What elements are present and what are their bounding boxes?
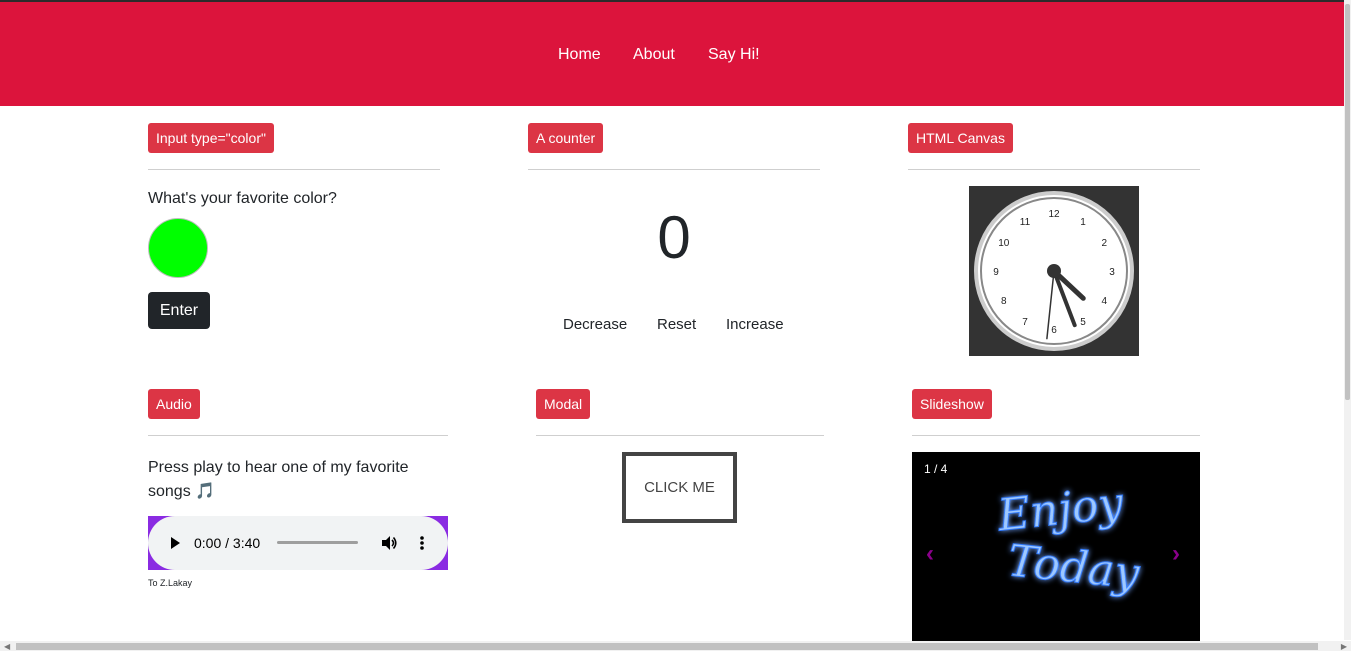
- decrease-button[interactable]: Decrease: [563, 316, 627, 333]
- vertical-scrollbar[interactable]: [1344, 0, 1351, 640]
- clock-center: [1047, 264, 1061, 278]
- open-modal-button[interactable]: CLICK ME: [622, 452, 737, 523]
- clock-number-1: 1: [1080, 217, 1086, 228]
- audio-caption: To Z.Lakay: [148, 578, 193, 588]
- vertical-scrollbar-thumb[interactable]: [1345, 4, 1350, 400]
- clock-number-11: 11: [1020, 217, 1031, 228]
- increase-button[interactable]: Increase: [726, 316, 784, 333]
- more-options-icon[interactable]: [419, 535, 425, 551]
- canvas-card-divider: [908, 169, 1200, 170]
- slide-text-line2: Today: [1005, 535, 1142, 600]
- clock-number-3: 3: [1109, 267, 1115, 278]
- clock-number-2: 2: [1101, 238, 1107, 249]
- navbar: Home About Say Hi!: [0, 2, 1344, 106]
- nav-home-link[interactable]: Home: [558, 46, 601, 64]
- scroll-right-icon[interactable]: ▶: [1341, 642, 1347, 651]
- modal-card-divider: [536, 435, 824, 436]
- clock-face: 121234567891011: [974, 191, 1134, 351]
- slideshow: Enjoy Today 1 / 4 ‹ ›: [912, 452, 1200, 642]
- audio-player-frame: 0:00 / 3:40: [148, 516, 448, 570]
- next-slide-button[interactable]: ›: [1172, 540, 1180, 568]
- slideshow-card-badge: Slideshow: [912, 389, 992, 419]
- scroll-left-icon[interactable]: ◀: [4, 642, 10, 651]
- clock-number-5: 5: [1080, 317, 1086, 328]
- prev-slide-button[interactable]: ‹: [926, 540, 934, 568]
- color-card-badge: Input type="color": [148, 123, 274, 153]
- nav-about-link[interactable]: About: [633, 46, 675, 64]
- play-icon[interactable]: [168, 536, 182, 550]
- volume-icon[interactable]: [380, 534, 398, 552]
- slideshow-card-divider: [912, 435, 1200, 436]
- clock-canvas: 12 1 2 3 4 5 6 7 8 9 10 11: [969, 186, 1139, 356]
- clock-number-10: 10: [998, 238, 1010, 249]
- clock-number-9: 9: [993, 267, 999, 278]
- clock-number-7: 7: [1022, 317, 1028, 328]
- clock-number-8: 8: [1001, 296, 1007, 307]
- counter-card-badge: A counter: [528, 123, 604, 153]
- slide-number: 1 / 4: [924, 462, 948, 476]
- audio-seek-slider[interactable]: [277, 541, 358, 544]
- slide-text-line1: Enjoy: [994, 478, 1126, 542]
- counter-value: 0: [657, 204, 691, 271]
- clock-number-4: 4: [1101, 296, 1107, 307]
- horizontal-scrollbar-thumb[interactable]: [16, 643, 1318, 650]
- color-picker-input[interactable]: [148, 218, 208, 278]
- color-question: What's your favorite color?: [148, 190, 337, 207]
- enter-button[interactable]: Enter: [148, 292, 210, 329]
- clock-number-6: 6: [1051, 325, 1057, 336]
- clock-number-12: 12: [1048, 209, 1060, 220]
- audio-card-divider: [148, 435, 448, 436]
- horizontal-scrollbar[interactable]: ◀ ▶: [0, 641, 1351, 651]
- color-card-divider: [148, 169, 440, 170]
- reset-button[interactable]: Reset: [657, 316, 696, 333]
- canvas-card-badge: HTML Canvas: [908, 123, 1013, 153]
- audio-card-badge: Audio: [148, 389, 200, 419]
- nav-say-hi-link[interactable]: Say Hi!: [708, 46, 760, 64]
- audio-description: Press play to hear one of my favorite so…: [148, 459, 409, 500]
- counter-card-divider: [528, 169, 820, 170]
- slide-image: Enjoy Today: [994, 477, 1143, 600]
- audio-time: 0:00 / 3:40: [194, 535, 261, 551]
- audio-player: 0:00 / 3:40: [148, 516, 448, 570]
- modal-card-badge: Modal: [536, 389, 591, 419]
